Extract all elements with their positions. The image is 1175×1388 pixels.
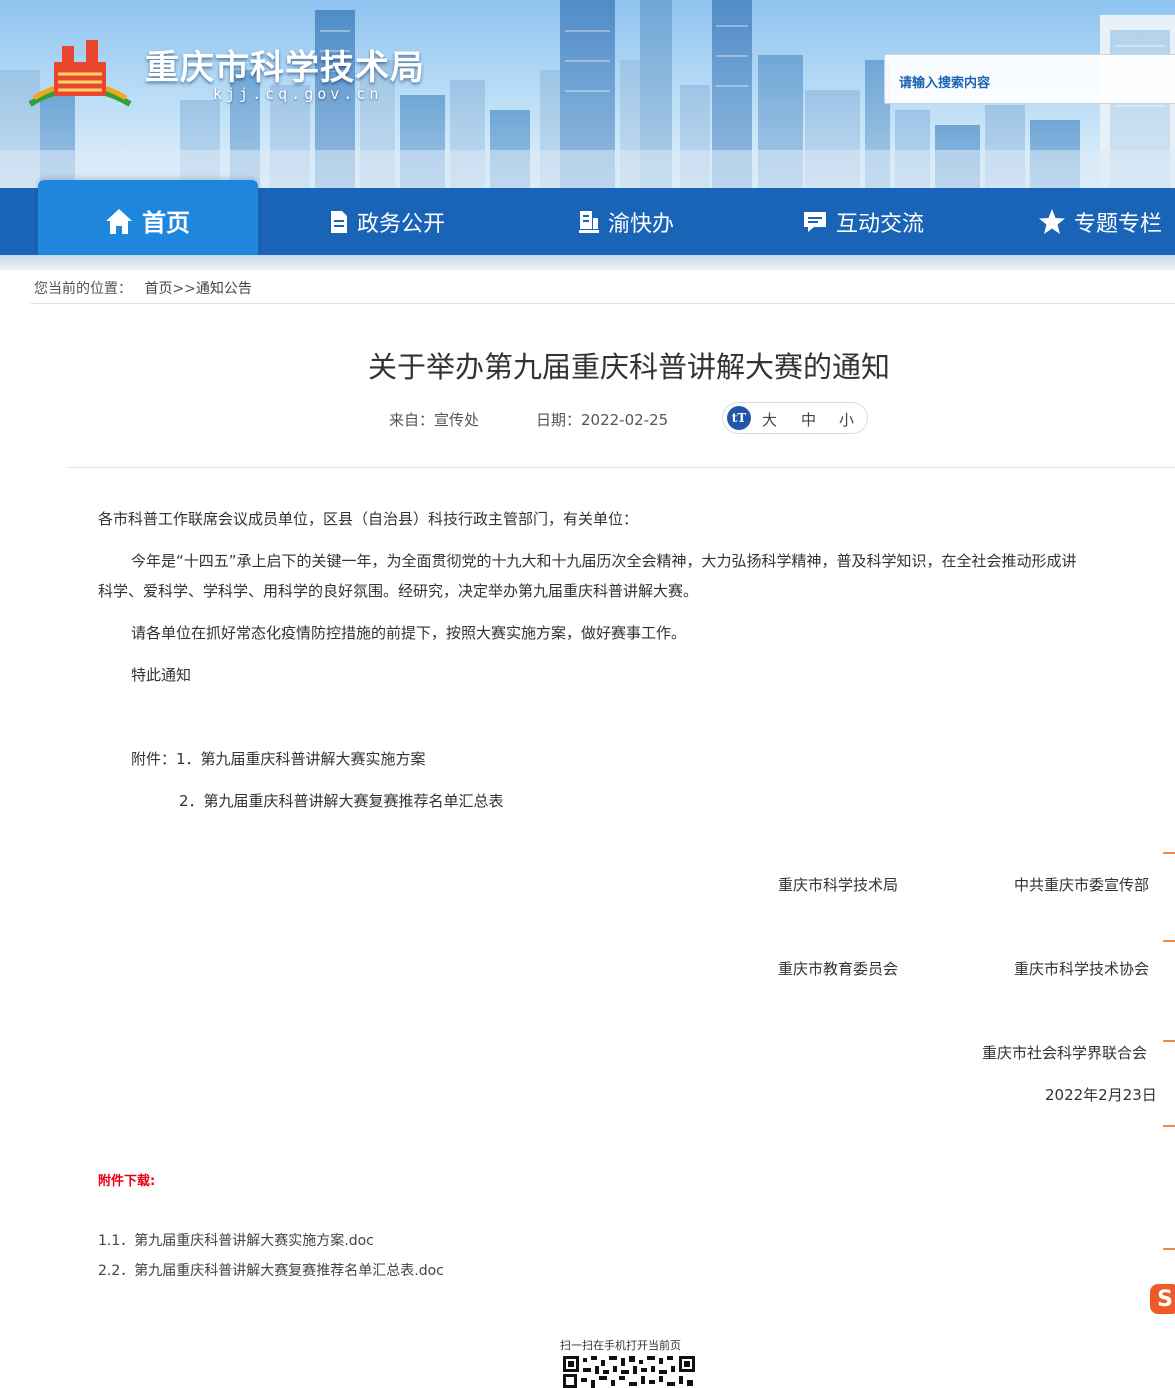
article-title: 关于举办第九届重庆科普讲解大赛的通知 xyxy=(367,350,890,384)
chat-icon xyxy=(804,211,826,232)
nav-item-special[interactable]: 专题专栏 xyxy=(1038,188,1162,255)
nav-item-government[interactable]: 政务公开 xyxy=(329,188,445,255)
font-size-large-button[interactable]: 大 xyxy=(762,409,777,430)
star-icon xyxy=(1039,209,1065,234)
download-link-1[interactable]: 1.1．第九届重庆科普讲解大赛实施方案.doc xyxy=(98,1230,374,1250)
search-input[interactable]: 请输入搜索内容 xyxy=(884,54,1175,104)
side-decoration xyxy=(1163,940,1175,942)
article-source: 来自：宣传处 xyxy=(389,411,480,429)
article-attachment-2: 2．第九届重庆科普讲解大赛复赛推荐名单汇总表 xyxy=(179,792,504,810)
breadcrumb-current-link[interactable]: 通知公告 xyxy=(196,281,252,297)
font-size-medium-button[interactable]: 中 xyxy=(801,409,816,430)
nav-bottom-fade xyxy=(0,255,1175,270)
site-title[interactable]: 重庆市科学技术局 xyxy=(145,40,425,89)
article-paragraph-1-line-2: 科学、爱科学、学科学、用科学的良好氛围。经研究，决定举办第九届重庆科普讲解大赛。 xyxy=(98,582,699,600)
site-domain: kjj.cq.gov.cn xyxy=(213,85,383,103)
nav-item-yukuaiban[interactable]: 渝快办 xyxy=(578,188,674,255)
article-paragraph-1-line-1: 今年是“十四五”承上启下的关键一年，为全面贯彻党的十九大和十九届历次全会精神，大… xyxy=(131,552,1077,570)
nav-item-label: 政务公开 xyxy=(357,211,446,237)
qr-code-label: 扫一扫在手机打开当前页 xyxy=(560,1339,681,1352)
article-paragraph-3: 特此通知 xyxy=(131,666,192,684)
search-placeholder: 请输入搜索内容 xyxy=(899,76,991,91)
breadcrumb-separator: >> xyxy=(172,281,196,297)
breadcrumb-divider xyxy=(30,303,1175,304)
nav-item-label: 专题专栏 xyxy=(1074,211,1163,237)
breadcrumb: 您当前的位置： 首页>>通知公告 xyxy=(34,278,252,298)
breadcrumb-prefix: 您当前的位置： xyxy=(34,281,132,297)
signature-date: 2022年2月23日 xyxy=(1045,1086,1157,1104)
nav-item-home[interactable]: 首页 xyxy=(104,183,190,258)
signature-org-3: 重庆市教育委员会 xyxy=(778,960,899,978)
breadcrumb-home-link[interactable]: 首页 xyxy=(144,281,172,297)
signature-org-2: 中共重庆市委宣传部 xyxy=(1014,876,1150,894)
site-logo-icon xyxy=(28,40,132,107)
font-size-switcher: tT 大 中 小 xyxy=(722,402,868,434)
nav-item-label: 渝快办 xyxy=(608,211,675,237)
font-size-small-button[interactable]: 小 xyxy=(839,409,854,430)
article-salutation: 各市科普工作联席会议成员单位，区县（自治县）科技行政主管部门，有关单位： xyxy=(98,510,639,528)
nav-item-label: 互动交流 xyxy=(836,211,925,237)
side-decoration xyxy=(1163,1125,1175,1127)
side-decoration xyxy=(1163,852,1175,854)
document-icon xyxy=(331,210,347,233)
download-section-label: 附件下载: xyxy=(98,1174,156,1189)
article-attachment-1: 附件：1．第九届重庆科普讲解大赛实施方案 xyxy=(131,750,426,768)
article-date: 日期：2022-02-25 xyxy=(536,411,669,429)
signature-org-4: 重庆市科学技术协会 xyxy=(1014,960,1150,978)
service-icon xyxy=(579,210,599,233)
signature-org-5: 重庆市社会科学界联合会 xyxy=(982,1044,1148,1062)
side-decoration xyxy=(1163,1248,1175,1250)
article-header-divider xyxy=(68,467,1175,468)
qr-code-icon xyxy=(563,1356,695,1388)
nav-item-label: 首页 xyxy=(142,209,190,237)
article-paragraph-2: 请各单位在抓好常态化疫情防控措施的前提下，按照大赛实施方案，做好赛事工作。 xyxy=(131,624,687,642)
signature-org-1: 重庆市科学技术局 xyxy=(778,876,899,894)
nav-item-interaction[interactable]: 互动交流 xyxy=(802,188,924,255)
home-icon xyxy=(106,208,132,234)
input-method-icon[interactable]: S xyxy=(1150,1284,1175,1314)
side-decoration xyxy=(1163,1040,1175,1042)
download-link-2[interactable]: 2.2．第九届重庆科普讲解大赛复赛推荐名单汇总表.doc xyxy=(98,1260,444,1280)
font-size-icon: tT xyxy=(727,406,751,430)
